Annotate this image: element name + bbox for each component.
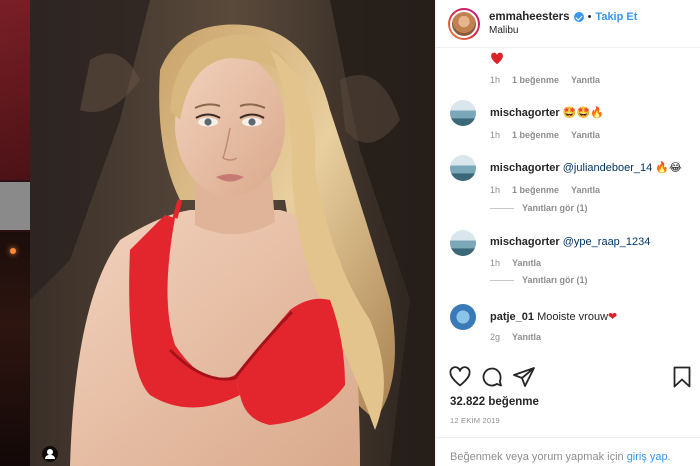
background-gray-panel bbox=[0, 182, 30, 230]
replies-line bbox=[490, 279, 514, 281]
reply-button[interactable]: Yanıtla bbox=[571, 75, 600, 85]
comment-icon[interactable] bbox=[480, 365, 504, 389]
post-date: 12 EKİM 2019 bbox=[450, 416, 500, 425]
commenter-avatar[interactable] bbox=[450, 155, 476, 181]
view-replies-label: Yanıtları gör (1) bbox=[522, 275, 588, 285]
comment-meta: 2g Yanıtla bbox=[490, 332, 541, 342]
profile-avatar[interactable] bbox=[448, 7, 480, 40]
comment-text: mischagorter 🤩🤩🔥 bbox=[490, 106, 604, 119]
comment-meta: 1h Yanıtla bbox=[490, 258, 541, 268]
background-light-dot bbox=[10, 248, 16, 254]
view-replies-button[interactable]: Yanıtları gör (1) bbox=[490, 275, 588, 285]
heart-icon[interactable] bbox=[448, 365, 472, 389]
commenter-avatar[interactable] bbox=[450, 304, 476, 330]
share-icon[interactable] bbox=[512, 365, 536, 389]
commenter-username[interactable]: mischagorter bbox=[490, 236, 560, 248]
post-photo[interactable] bbox=[30, 0, 435, 466]
follow-button[interactable]: Takip Et bbox=[595, 11, 637, 23]
commenter-username[interactable]: mischagorter bbox=[490, 107, 560, 119]
comment-text: patje_01 Mooiste vrouw❤ bbox=[490, 310, 617, 323]
comment-likes[interactable]: 1 beğenme bbox=[512, 130, 559, 140]
comment-time: 1h bbox=[490, 130, 501, 140]
separator-dot: • bbox=[587, 11, 592, 23]
header-line: emmaheesters • Takip Et bbox=[489, 11, 637, 23]
commenter-avatar[interactable] bbox=[450, 100, 476, 126]
background-dark-panel bbox=[0, 232, 30, 466]
comment-item: patje_01 Mooiste vrouw❤ bbox=[450, 304, 617, 330]
comment-body: Mooiste vrouw bbox=[537, 311, 609, 323]
comment-emoji: 🔥😂 bbox=[655, 161, 682, 174]
heart-emoji-icon bbox=[491, 52, 503, 65]
avatar-image bbox=[450, 9, 478, 38]
reply-button[interactable]: Yanıtla bbox=[512, 258, 541, 268]
reply-button[interactable]: Yanıtla bbox=[512, 332, 541, 342]
post-username[interactable]: emmaheesters bbox=[489, 11, 570, 23]
view-replies-button[interactable]: Yanıtları gör (1) bbox=[490, 203, 588, 213]
background-red-panel bbox=[0, 0, 30, 180]
background-strip bbox=[0, 0, 30, 466]
replies-line bbox=[490, 207, 514, 209]
post-sidebar: emmaheesters • Takip Et Malibu 1h 1 beğe… bbox=[435, 0, 700, 466]
login-prompt: Beğenmek veya yorum yapmak için giriş ya… bbox=[436, 437, 700, 466]
comment-likes[interactable]: 1 beğenme bbox=[512, 185, 559, 195]
comment-emoji: 🤩🤩🔥 bbox=[562, 106, 604, 119]
top-comment-meta: 1h 1 beğenme Yanıtla bbox=[490, 75, 600, 85]
likes-count[interactable]: 32.822 beğenme bbox=[450, 396, 539, 408]
commenter-username[interactable]: mischagorter bbox=[490, 162, 560, 174]
comment-item: mischagorter @ype_raap_1234 bbox=[450, 230, 650, 256]
comment-mention[interactable]: @ype_raap_1234 bbox=[563, 236, 651, 248]
heart-emoji-icon: ❤ bbox=[608, 310, 618, 323]
view-replies-label: Yanıtları gör (1) bbox=[522, 203, 588, 213]
comment-time: 1h bbox=[490, 75, 501, 85]
reply-button[interactable]: Yanıtla bbox=[571, 185, 600, 195]
commenter-username[interactable]: patje_01 bbox=[490, 311, 534, 323]
comment-text: mischagorter @juliandeboer_14 🔥😂 bbox=[490, 161, 682, 174]
comment-item: mischagorter 🤩🤩🔥 bbox=[450, 100, 604, 126]
comment-meta: 1h 1 beğenme Yanıtla bbox=[490, 130, 600, 140]
comment-meta: 1h 1 beğenme Yanıtla bbox=[490, 185, 600, 195]
login-prompt-end: . bbox=[667, 451, 671, 463]
user-tag-icon[interactable] bbox=[42, 446, 58, 462]
comment-text: mischagorter @ype_raap_1234 bbox=[490, 236, 650, 248]
comment-item: mischagorter @juliandeboer_14 🔥😂 bbox=[450, 155, 682, 181]
comment-time: 2g bbox=[490, 332, 501, 342]
post-header: emmaheesters • Takip Et Malibu bbox=[436, 0, 700, 48]
commenter-avatar[interactable] bbox=[450, 230, 476, 256]
comment-mention[interactable]: @juliandeboer_14 bbox=[563, 162, 652, 174]
post-photo-illustration bbox=[30, 0, 435, 466]
comments-list: 1h 1 beğenme Yanıtla mischagorter 🤩🤩🔥 1h… bbox=[436, 48, 700, 358]
post-location[interactable]: Malibu bbox=[489, 25, 637, 36]
comment-likes[interactable]: 1 beğenme bbox=[512, 75, 559, 85]
comment-time: 1h bbox=[490, 185, 501, 195]
login-link[interactable]: giriş yap bbox=[627, 451, 668, 463]
bookmark-icon[interactable] bbox=[670, 365, 694, 389]
header-text: emmaheesters • Takip Et Malibu bbox=[489, 11, 637, 36]
comment-time: 1h bbox=[490, 258, 501, 268]
login-prompt-text: Beğenmek veya yorum yapmak için bbox=[450, 451, 627, 463]
action-bar bbox=[448, 365, 693, 391]
reply-button[interactable]: Yanıtla bbox=[571, 130, 600, 140]
verified-icon bbox=[573, 12, 584, 22]
